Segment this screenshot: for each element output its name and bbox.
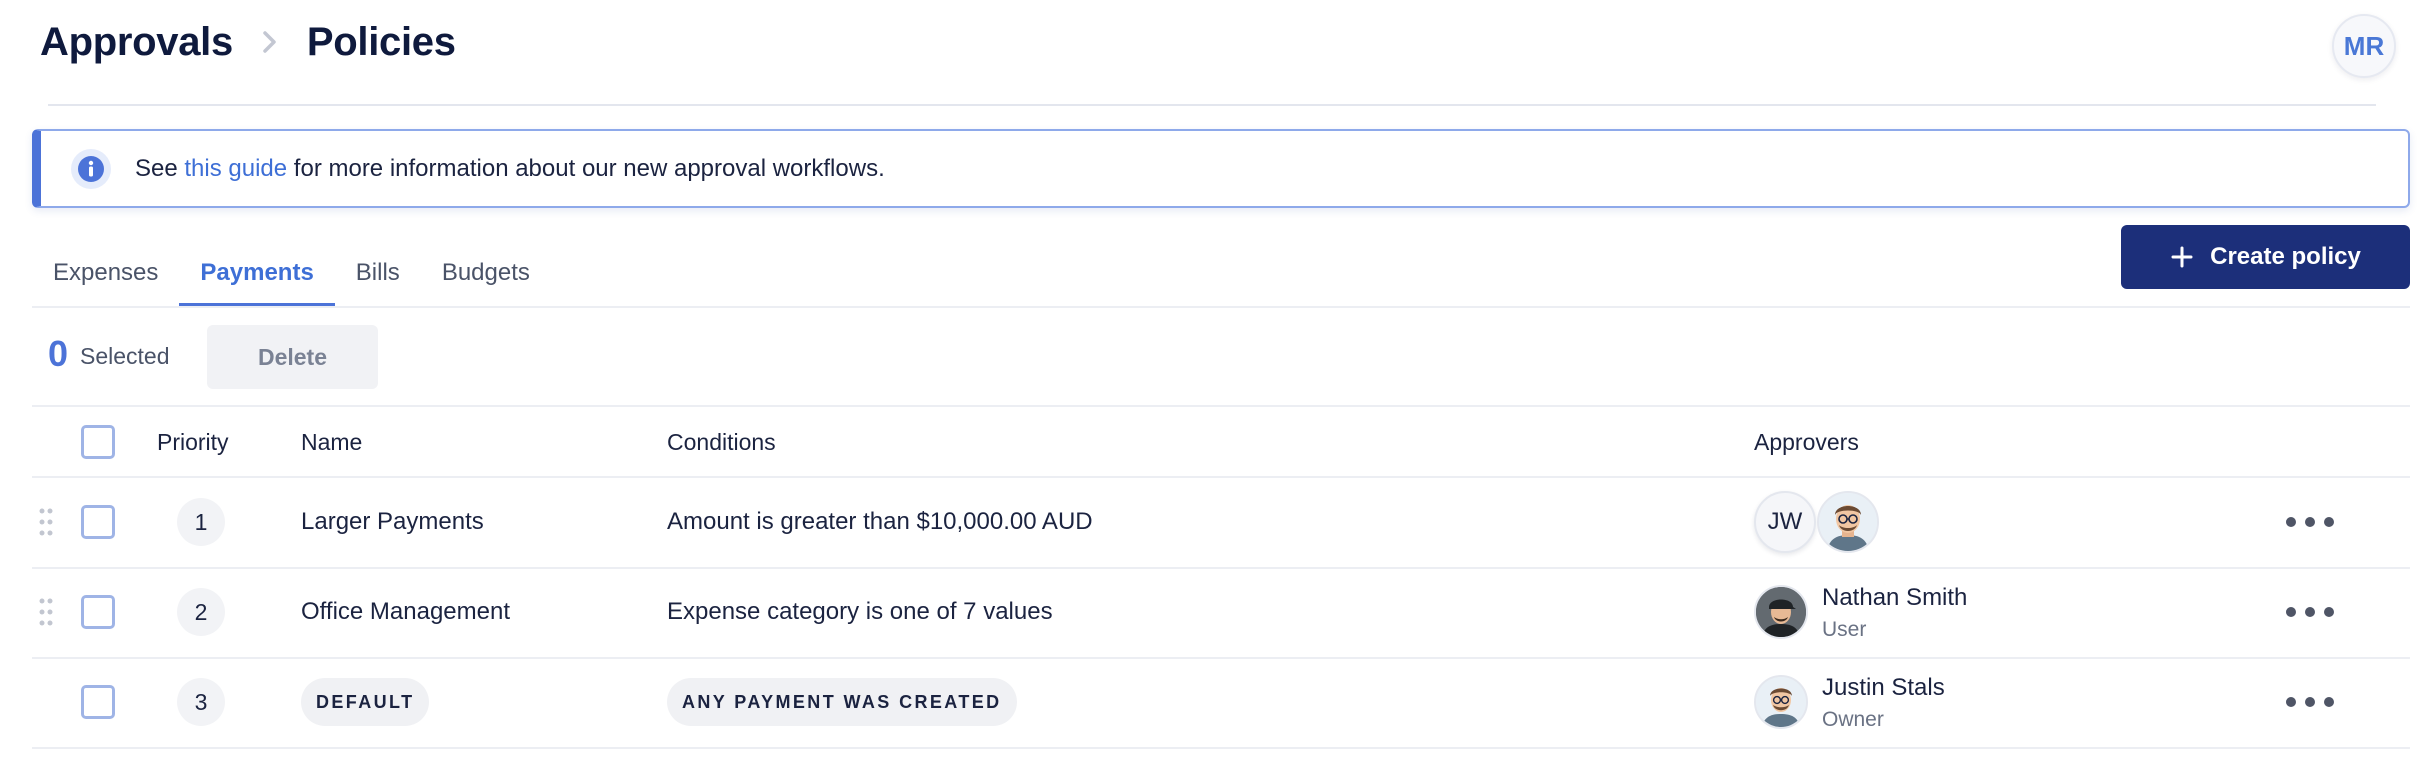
policy-name: Office Management (301, 598, 511, 625)
banner-message: See this guide for more information abou… (135, 155, 885, 183)
approver-avatar: JW (1754, 491, 1816, 553)
guide-link[interactable]: this guide (184, 155, 287, 182)
policy-name: Larger Payments (301, 508, 484, 535)
default-policy-badge: DEFAULT (301, 678, 430, 726)
banner-prefix: See (135, 154, 178, 182)
cartoon-avatar-cap-icon (1754, 585, 1808, 639)
info-banner: See this guide for more information abou… (32, 129, 2410, 208)
tab-expenses[interactable]: Expenses (32, 248, 179, 307)
selection-divider (32, 405, 2410, 407)
create-policy-button[interactable]: Create policy (2121, 225, 2410, 289)
table-header-divider (32, 476, 2410, 478)
priority-badge: 1 (177, 498, 225, 546)
row-checkbox[interactable] (81, 595, 115, 629)
row-divider (32, 567, 2410, 569)
column-header-priority: Priority (157, 429, 229, 455)
row-divider (32, 747, 2410, 749)
row-checkbox[interactable] (81, 505, 115, 539)
row-checkbox[interactable] (81, 685, 115, 719)
tab-payments[interactable]: Payments (179, 248, 336, 307)
priority-badge: 2 (177, 588, 225, 636)
policy-condition: Expense category is one of 7 values (667, 598, 1053, 625)
tab-budgets[interactable]: Budgets (421, 248, 551, 307)
approver-name: Nathan Smith (1822, 584, 1968, 611)
drag-handle-icon[interactable] (38, 507, 54, 537)
select-all-checkbox[interactable] (81, 425, 115, 459)
create-policy-label: Create policy (2210, 243, 2361, 270)
page-header: Approvals Policies MR (40, 14, 2396, 84)
more-options-icon[interactable] (2286, 600, 2334, 624)
tab-bills[interactable]: Bills (335, 248, 421, 307)
chevron-right-icon (259, 31, 281, 53)
more-options-icon[interactable] (2286, 510, 2334, 534)
info-icon (71, 148, 111, 189)
cartoon-avatar-glasses-icon (1817, 491, 1879, 553)
banner-suffix: for more information about our new appro… (293, 154, 885, 182)
approver-name: Justin Stals (1822, 674, 1945, 701)
more-options-icon[interactable] (2286, 690, 2334, 714)
plus-icon (2170, 245, 2194, 269)
tabs-divider (32, 306, 2410, 308)
delete-button[interactable]: Delete (207, 325, 378, 389)
page-title: Policies (306, 19, 456, 64)
approver-role: User (1822, 618, 1867, 641)
column-header-name: Name (301, 429, 363, 455)
user-avatar-button[interactable]: MR (2332, 14, 2396, 78)
drag-handle-icon[interactable] (38, 597, 54, 627)
priority-badge: 3 (177, 678, 225, 726)
cartoon-avatar-glasses-icon (1754, 675, 1808, 729)
column-header-conditions: Conditions (667, 429, 776, 455)
selected-label: Selected (80, 343, 170, 369)
policy-condition-badge: ANY PAYMENT WAS CREATED (667, 678, 1017, 726)
column-header-approvers: Approvers (1754, 429, 1859, 455)
row-divider (32, 657, 2410, 659)
approver-role: Owner (1822, 708, 1884, 731)
policy-condition: Amount is greater than $10,000.00 AUD (667, 508, 1093, 535)
header-divider (48, 104, 2376, 106)
breadcrumb: Approvals Policies (40, 14, 2396, 70)
policy-type-tabs: Expenses Payments Bills Budgets (32, 248, 551, 307)
breadcrumb-approvals-link[interactable]: Approvals (40, 20, 233, 65)
selected-count: 0 (48, 333, 69, 374)
